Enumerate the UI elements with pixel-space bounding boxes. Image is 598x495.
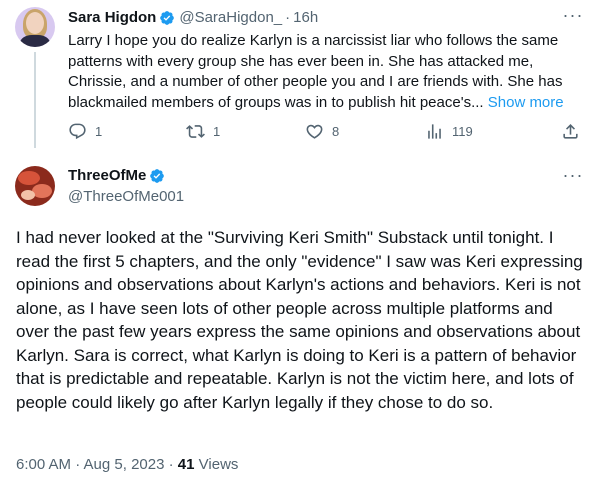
- verified-badge-icon: [160, 10, 175, 25]
- tweet-actions: 1 1 8 119: [68, 122, 584, 142]
- tweet-text: I had never looked at the "Surviving Ker…: [16, 228, 583, 412]
- share-icon: [563, 124, 578, 139]
- tweet-timestamp[interactable]: 6:00 AM · Aug 5, 2023: [16, 456, 164, 473]
- like-button[interactable]: 8: [305, 122, 339, 141]
- repost-arrows-icon: [186, 125, 205, 138]
- tweet-time[interactable]: 16h: [293, 9, 318, 26]
- views-label: Views: [198, 456, 239, 473]
- avatar[interactable]: [15, 166, 55, 206]
- tweet-text: Larry I hope you do realize Karlyn is a …: [68, 31, 584, 113]
- author-name[interactable]: Sara Higdon: [68, 9, 156, 26]
- author-handle[interactable]: @ThreeOfMe001: [68, 188, 184, 205]
- dot-separator: ·: [168, 456, 174, 473]
- like-count: 8: [332, 124, 340, 139]
- repost-count: 1: [213, 124, 221, 139]
- show-more-link[interactable]: Show more: [488, 94, 564, 111]
- repost-button[interactable]: 1: [186, 122, 220, 141]
- verified-badge-icon: [150, 168, 165, 183]
- author-name[interactable]: ThreeOfMe: [68, 167, 146, 184]
- share-button[interactable]: [561, 122, 580, 141]
- author-handle[interactable]: @SaraHigdon_: [179, 9, 282, 26]
- view-count[interactable]: 41: [178, 456, 195, 473]
- tweet-header: ThreeOfMe: [68, 167, 169, 184]
- heart-icon: [306, 124, 323, 139]
- avatar[interactable]: [15, 7, 55, 47]
- tweet-meta: 6:00 AM · Aug 5, 2023 · 41 Views: [16, 456, 238, 473]
- reply-bubble-icon: [69, 123, 86, 140]
- tweet-header: Sara Higdon @SaraHigdon_ · 16h: [68, 9, 318, 26]
- more-horizontal-icon[interactable]: ···: [561, 166, 585, 186]
- views-button[interactable]: 119: [425, 122, 473, 141]
- view-count: 119: [452, 124, 473, 139]
- reply-count: 1: [95, 124, 103, 139]
- reply-tweet[interactable]: Sara Higdon @SaraHigdon_ · 16h ··· Larry…: [0, 0, 598, 148]
- thread-connector-line: [34, 52, 36, 148]
- reply-button[interactable]: 1: [68, 122, 102, 141]
- dot-separator: ·: [285, 9, 291, 26]
- bar-chart-icon: [428, 124, 441, 139]
- more-horizontal-icon[interactable]: ···: [561, 6, 585, 26]
